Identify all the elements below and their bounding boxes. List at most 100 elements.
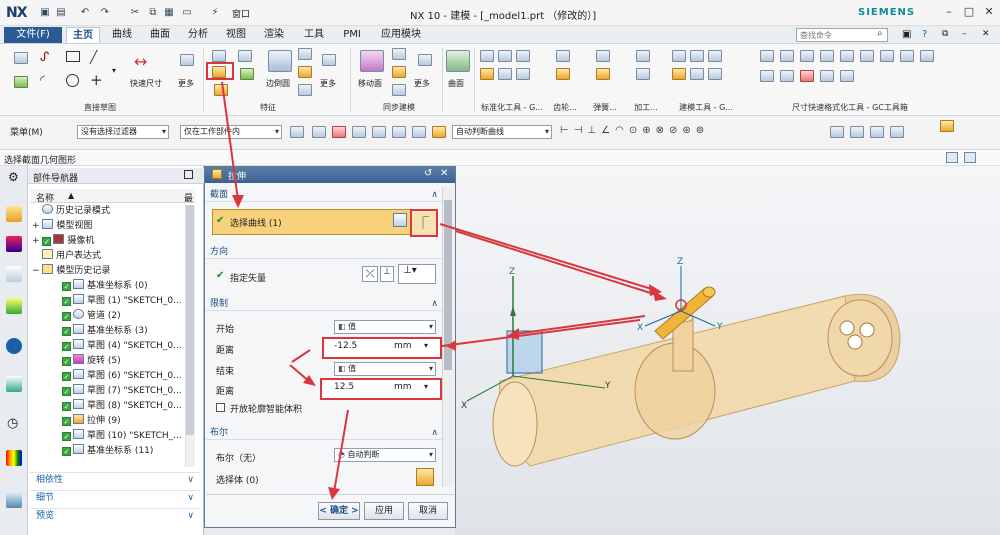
sync-more-icon[interactable] bbox=[418, 54, 432, 66]
reuse-library-icon[interactable] bbox=[6, 298, 22, 314]
panel-details[interactable]: 细节 ∨ bbox=[30, 490, 200, 505]
machining-tool-2-icon[interactable] bbox=[636, 68, 650, 80]
navigator-maximize-icon[interactable] bbox=[184, 170, 193, 179]
boolean-header[interactable]: 布尔 ∧ bbox=[206, 426, 442, 440]
sketch-section-icon[interactable] bbox=[393, 213, 407, 227]
visible-checkbox[interactable]: ✓ bbox=[62, 432, 71, 441]
dim-format-4-icon[interactable] bbox=[820, 50, 834, 62]
ribbon-minimize-icon[interactable]: – bbox=[962, 29, 967, 39]
sort-ascending-icon[interactable]: ▲ bbox=[68, 191, 74, 200]
gear-tool-2-icon[interactable] bbox=[556, 68, 570, 80]
move-face-icon[interactable] bbox=[360, 50, 384, 72]
visible-checkbox[interactable]: ✓ bbox=[62, 312, 71, 321]
vector-arrow[interactable] bbox=[510, 306, 516, 316]
resource-settings-icon[interactable]: ⚙ bbox=[8, 170, 19, 184]
dim-format-9-icon[interactable] bbox=[920, 50, 934, 62]
modeling-tool-2-icon[interactable] bbox=[690, 50, 704, 62]
gc-tool-4-icon[interactable] bbox=[480, 68, 494, 80]
sketch-constraint-icon[interactable] bbox=[14, 76, 28, 88]
paste-icon[interactable]: ▦ bbox=[162, 6, 176, 19]
search-icon[interactable]: ⌕ bbox=[877, 28, 883, 39]
navigator-scroll-thumb[interactable] bbox=[186, 205, 194, 435]
ribbon-close-icon[interactable]: ✕ bbox=[982, 29, 990, 39]
spring-tool-1-icon[interactable] bbox=[596, 50, 610, 62]
help-icon[interactable]: ? bbox=[922, 29, 927, 40]
modeling-tool-5-icon[interactable] bbox=[690, 68, 704, 80]
distance2-input[interactable]: 12.5 bbox=[334, 382, 394, 392]
dim-format-5-icon[interactable] bbox=[840, 50, 854, 62]
history-icon[interactable] bbox=[6, 376, 22, 392]
unite-icon[interactable] bbox=[238, 50, 252, 62]
distance2-unit[interactable]: mm bbox=[394, 382, 412, 392]
distance1-dropdown-icon[interactable]: ▾ bbox=[424, 341, 428, 350]
tree-item-model-views[interactable]: + 模型视图 bbox=[30, 219, 92, 234]
visible-checkbox[interactable]: ✓ bbox=[62, 387, 71, 396]
pipe-bore-2[interactable] bbox=[847, 334, 863, 350]
visible-checkbox[interactable]: ✓ bbox=[62, 447, 71, 456]
visible-checkbox[interactable]: ✓ bbox=[62, 282, 71, 291]
tab-curve[interactable]: 曲线 bbox=[108, 27, 136, 43]
tree-item-sketch-7[interactable]: ✓ 草图 (7) "SKETCH_0... bbox=[30, 384, 182, 399]
snap-icon-4[interactable] bbox=[352, 126, 366, 138]
dim-format-14-icon[interactable] bbox=[840, 70, 854, 82]
dim-format-7-icon[interactable] bbox=[880, 50, 894, 62]
tab-surface[interactable]: 曲面 bbox=[146, 27, 174, 43]
snap-icon-1[interactable] bbox=[290, 126, 304, 138]
copy-icon[interactable]: ⧉ bbox=[146, 6, 160, 19]
shell-icon[interactable] bbox=[240, 68, 254, 80]
profile-icon[interactable]: ᔑ bbox=[40, 50, 49, 65]
point-icon[interactable]: + bbox=[90, 71, 103, 89]
menu-button[interactable]: 菜单(M) bbox=[10, 125, 43, 138]
edge-blend-icon[interactable] bbox=[268, 50, 292, 72]
boolean-combo[interactable]: ◔ 自动判断 bbox=[334, 448, 436, 462]
spring-tool-2-icon[interactable] bbox=[596, 68, 610, 80]
feature-more-button[interactable]: 更多 bbox=[320, 78, 336, 89]
visible-checkbox[interactable]: ✓ bbox=[62, 357, 71, 366]
tree-item-sketch-6[interactable]: ✓ 草图 (6) "SKETCH_0... bbox=[30, 369, 182, 384]
limits-header[interactable]: 限制 ∧ bbox=[206, 297, 442, 311]
tree-item-datum-csys-0[interactable]: ✓ 基准坐标系 (0) bbox=[30, 279, 148, 294]
snap-icon-5[interactable] bbox=[372, 126, 386, 138]
dim-format-1-icon[interactable] bbox=[760, 50, 774, 62]
open-profile-checkbox[interactable] bbox=[216, 403, 225, 412]
roles-icon[interactable] bbox=[6, 492, 22, 508]
dim-format-3-icon[interactable] bbox=[800, 50, 814, 62]
ribbon-restore-icon[interactable]: ⧉ bbox=[942, 29, 948, 39]
reset-icon[interactable]: ↺ bbox=[424, 168, 432, 179]
shaded-icon[interactable] bbox=[432, 126, 446, 138]
tab-tools[interactable]: 工具 bbox=[300, 27, 328, 43]
curve-snap-icons[interactable]: ⊢⊣⊥∠◠⊙⊕⊗⊘⊛⊚ bbox=[560, 125, 709, 136]
dim-format-13-icon[interactable] bbox=[820, 70, 834, 82]
sketch-more-button[interactable]: 更多 bbox=[178, 78, 194, 89]
end-type-combo[interactable]: ◧ 值 bbox=[334, 362, 436, 376]
tree-item-cameras[interactable]: + ✓ 摄像机 bbox=[30, 234, 94, 249]
pipe-end-face[interactable] bbox=[492, 381, 538, 467]
tree-item-sketch-1[interactable]: ✓ 草图 (1) "SKETCH_0... bbox=[30, 294, 182, 309]
gc-tool-2-icon[interactable] bbox=[498, 50, 512, 62]
visible-checkbox[interactable]: ✓ bbox=[62, 327, 71, 336]
column-latest[interactable]: 最 bbox=[184, 191, 193, 204]
assembly-navigator-icon[interactable] bbox=[6, 236, 22, 252]
visible-checkbox[interactable]: ✓ bbox=[42, 237, 52, 246]
undo-icon[interactable]: ↶ bbox=[78, 6, 92, 19]
sketch-icon[interactable] bbox=[14, 52, 28, 64]
sketch-more-icon[interactable]: ▾ bbox=[112, 66, 116, 75]
status-icon-1[interactable] bbox=[946, 152, 958, 163]
maximize-icon[interactable]: □ bbox=[960, 4, 978, 20]
arc-icon[interactable]: ◜ bbox=[40, 73, 45, 88]
machining-tool-1-icon[interactable] bbox=[636, 50, 650, 62]
visible-checkbox[interactable]: ✓ bbox=[62, 342, 71, 351]
view-orient-icon[interactable] bbox=[412, 126, 426, 138]
save-icon[interactable]: ▣ bbox=[38, 6, 52, 19]
gc-tool-1-icon[interactable] bbox=[480, 50, 494, 62]
tree-item-user-expressions[interactable]: 用户表达式 bbox=[30, 249, 101, 264]
dialog-close-icon[interactable]: ✕ bbox=[440, 168, 448, 179]
selection-scope-combo[interactable]: 仅在工作部件内 bbox=[180, 125, 282, 139]
dim-format-12-icon[interactable] bbox=[800, 70, 814, 82]
type-filter-combo[interactable]: 没有选择过滤器 bbox=[77, 125, 169, 139]
reverse-direction-icon[interactable]: ⤫ bbox=[362, 266, 378, 282]
dim-format-8-icon[interactable] bbox=[900, 50, 914, 62]
view-icon-4[interactable] bbox=[890, 126, 904, 138]
visible-checkbox[interactable]: ✓ bbox=[62, 297, 71, 306]
vector-dialog-icon[interactable]: ⊥ bbox=[380, 266, 394, 282]
